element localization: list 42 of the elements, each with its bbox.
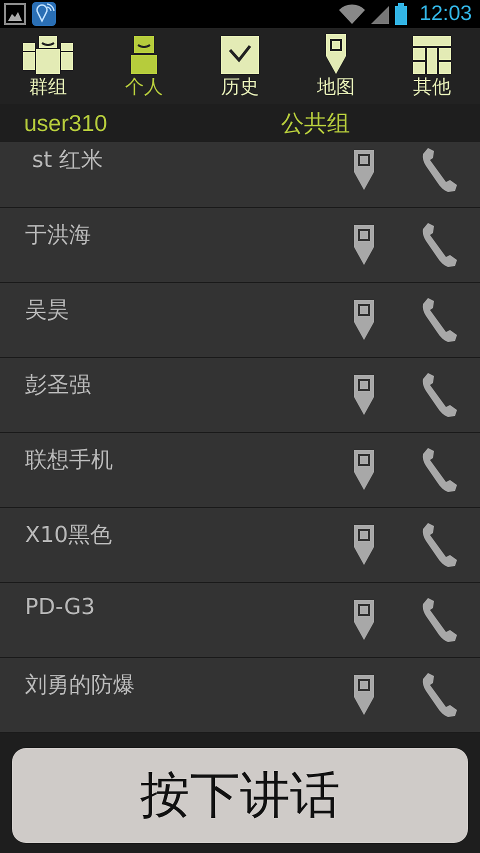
wifi-icon: [339, 4, 366, 24]
contact-name[interactable]: st 红米: [25, 145, 354, 175]
tab[interactable]: 地图: [288, 28, 384, 104]
map-pin-icon[interactable]: [354, 600, 374, 640]
group-icon: [23, 36, 73, 74]
map-pin-icon[interactable]: [354, 450, 374, 490]
phone-icon[interactable]: [422, 523, 458, 567]
phone-icon[interactable]: [422, 598, 458, 642]
tab[interactable]: 历史: [192, 28, 288, 104]
contact-name[interactable]: 彭圣强: [25, 370, 354, 400]
contact-name[interactable]: 于洪海: [25, 220, 354, 250]
tab[interactable]: 个人: [96, 28, 192, 104]
contact-name[interactable]: PD-G3: [25, 595, 354, 620]
map-pin-icon[interactable]: [354, 300, 374, 340]
battery-icon: [395, 3, 408, 25]
map-pin-icon[interactable]: [354, 150, 374, 190]
clock-time: 12:03: [419, 2, 472, 26]
phone-icon[interactable]: [422, 148, 458, 192]
grid-icon: [413, 36, 451, 74]
contact-name[interactable]: 吴昊: [25, 295, 354, 325]
user-name: user310: [23, 110, 108, 136]
push-to-talk-button[interactable]: 按下讲话: [12, 748, 468, 843]
contact-name[interactable]: X10黑色: [25, 520, 354, 550]
phone-icon[interactable]: [422, 223, 458, 267]
map-pin-icon[interactable]: [354, 225, 374, 265]
phone-icon[interactable]: [422, 673, 458, 717]
phone-icon[interactable]: [422, 448, 458, 492]
map-pin-icon: [326, 34, 346, 74]
map-pin-icon[interactable]: [354, 675, 374, 715]
group-name: 公共组: [281, 108, 350, 138]
tab[interactable]: 其他: [384, 28, 480, 104]
map-pin-icon[interactable]: [354, 375, 374, 415]
phone-icon[interactable]: [422, 298, 458, 342]
contact-name[interactable]: 刘勇的防爆: [25, 670, 354, 700]
map-pin-icon[interactable]: [354, 525, 374, 565]
tab[interactable]: 群组: [0, 28, 96, 104]
person-icon: [131, 36, 157, 74]
signal-icon: [371, 4, 390, 24]
phone-icon[interactable]: [422, 373, 458, 417]
contact-name[interactable]: 联想手机: [25, 445, 354, 475]
image-icon: [4, 3, 26, 25]
app-icon: [32, 2, 56, 26]
